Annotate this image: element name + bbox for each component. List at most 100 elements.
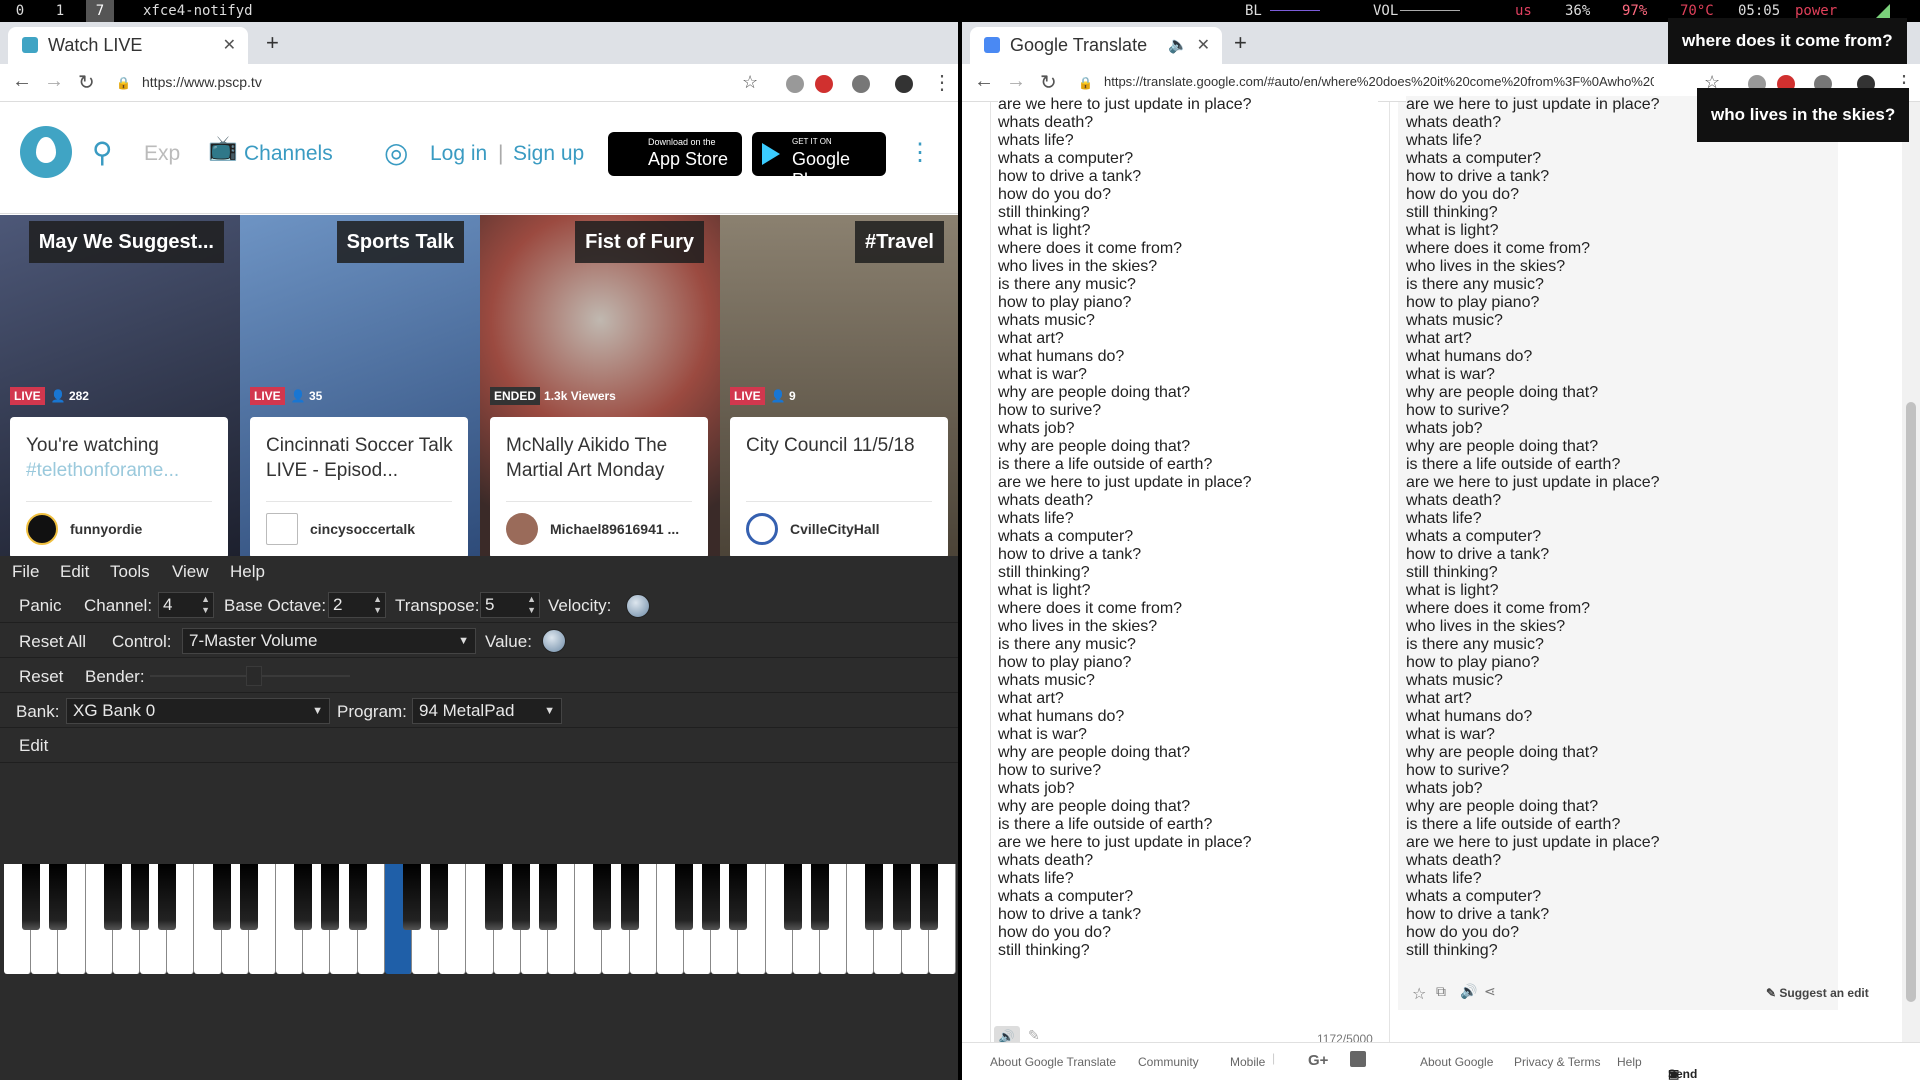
card-info[interactable]: McNally Aikido The Martial Art Monday Mi… (490, 417, 708, 559)
piano-black-key[interactable] (212, 864, 231, 930)
listen-translation-icon[interactable]: 🔊 (1460, 984, 1477, 1000)
about-translate-link[interactable]: About Google Translate (990, 1055, 1116, 1069)
piano-black-key[interactable] (103, 864, 122, 930)
notification-popup[interactable]: where does it come from? (1668, 18, 1907, 64)
base-octave-spinbox[interactable]: 2 ▲ ▼ (328, 592, 386, 618)
piano-black-key[interactable] (620, 864, 639, 930)
username[interactable]: cincysoccertalk (310, 521, 415, 537)
card-info[interactable]: Cincinnati Soccer Talk LIVE - Episod... … (250, 417, 468, 559)
spin-arrows-icon[interactable]: ▲ ▼ (201, 594, 210, 616)
channel-spinbox[interactable]: 4 ▲ ▼ (158, 592, 214, 618)
broadcast-card[interactable]: Fist of Fury ENDED 1.3k Viewers McNally A… (480, 215, 720, 562)
app-store-button[interactable]: Download on the App Store (608, 132, 742, 176)
search-icon[interactable]: ⚲ (92, 136, 113, 169)
address-bar[interactable]: https://translate.google.com/#auto/en/wh… (1104, 74, 1654, 89)
close-tab-icon[interactable]: ✕ (223, 35, 236, 55)
card-info[interactable]: City Council 11/5/18 CvilleCityHall (730, 417, 948, 559)
menu-tools[interactable]: Tools (110, 562, 150, 582)
workspace-0[interactable]: 0 (6, 0, 34, 22)
piano-black-key[interactable] (158, 864, 177, 930)
broadcast-card[interactable]: Sports Talk LIVE 👤 35 Cincinnati Soccer T… (240, 215, 480, 562)
audio-playing-icon[interactable]: 🔈 (1168, 35, 1188, 55)
search-input[interactable]: Exp (144, 142, 180, 166)
piano-black-key[interactable] (131, 864, 149, 930)
broadcast-card[interactable]: #Travel LIVE 👤 9 City Council 11/5/18 Cvi… (720, 215, 958, 562)
piano-black-key[interactable] (294, 864, 313, 930)
piano-black-key[interactable] (675, 864, 693, 930)
close-tab-icon[interactable]: ✕ (1197, 35, 1210, 55)
piano-black-key[interactable] (783, 864, 802, 930)
piano-keyboard[interactable] (4, 864, 956, 974)
bender-slider-handle[interactable] (246, 666, 262, 686)
piano-black-key[interactable] (348, 864, 367, 930)
back-icon[interactable]: ← (974, 70, 994, 93)
extension-2-icon[interactable] (852, 75, 870, 93)
piano-black-key[interactable] (403, 864, 421, 930)
piano-black-key[interactable] (865, 864, 884, 930)
share-icon[interactable]: ⋖ (1484, 984, 1496, 1000)
transpose-spinbox[interactable]: 5 ▲ ▼ (480, 592, 540, 618)
help-link[interactable]: Help (1617, 1055, 1642, 1069)
google-plus-icon[interactable]: G+ (1308, 1052, 1328, 1069)
back-icon[interactable]: ← (12, 70, 32, 93)
piano-black-key[interactable] (593, 864, 612, 930)
menu-help[interactable]: Help (230, 562, 265, 582)
card-category[interactable]: May We Suggest... (28, 221, 224, 263)
piano-black-key[interactable] (919, 864, 938, 930)
piano-black-key[interactable] (702, 864, 721, 930)
source-textarea[interactable]: are we here to just update in place? wha… (998, 96, 1378, 998)
reset-all-button[interactable]: Reset All (19, 632, 86, 652)
privacy-link[interactable]: Privacy & Terms (1514, 1055, 1600, 1069)
piano-black-key[interactable] (484, 864, 503, 930)
piano-black-key[interactable] (539, 864, 557, 930)
bank-combo[interactable]: XG Bank 0 ▼ (66, 698, 330, 724)
suggest-edit-link[interactable]: ✎ Suggest an edit (1766, 986, 1869, 1000)
spin-arrows-icon[interactable]: ▲ ▼ (373, 594, 382, 616)
program-combo[interactable]: 94 MetalPad ▼ (412, 698, 562, 724)
menu-view[interactable]: View (172, 562, 209, 582)
piano-black-key[interactable] (430, 864, 449, 930)
piano-black-key[interactable] (49, 864, 68, 930)
forward-icon[interactable]: → (1006, 70, 1026, 93)
card-category[interactable]: Fist of Fury (575, 221, 704, 263)
card-category[interactable]: #Travel (855, 221, 944, 263)
bookmark-star-icon[interactable]: ☆ (742, 72, 758, 93)
piano-black-key[interactable] (239, 864, 258, 930)
menu-file[interactable]: File (12, 562, 39, 582)
tab-google-translate[interactable]: Google Translate 🔈 ✕ (970, 27, 1222, 64)
reset-button[interactable]: Reset (19, 667, 63, 687)
control-combo[interactable]: 7-Master Volume ▼ (182, 628, 476, 654)
piano-black-key[interactable] (22, 864, 41, 930)
periscope-logo-icon[interactable] (20, 126, 72, 178)
mobile-link[interactable]: Mobile (1230, 1055, 1265, 1069)
card-info[interactable]: You're watching #telethonforame... funnyo… (10, 417, 228, 559)
tab-watch-live[interactable]: Watch LIVE ✕ (8, 27, 248, 64)
piano-black-key[interactable] (729, 864, 748, 930)
account-icon[interactable] (895, 75, 913, 93)
piano-black-key[interactable] (511, 864, 530, 930)
copy-icon[interactable]: ⧉ (1436, 984, 1446, 1000)
signup-link[interactable]: Sign up (513, 142, 584, 166)
scrollbar-thumb[interactable] (1906, 402, 1916, 1002)
scrollbar[interactable] (1902, 102, 1920, 1042)
google-play-button[interactable]: GET IT ON Google Play (752, 132, 886, 190)
workspace-1[interactable]: 1 (46, 0, 74, 22)
piano-black-key[interactable] (321, 864, 340, 930)
address-bar[interactable]: https://www.pscp.tv (142, 74, 262, 90)
adblock-icon[interactable] (815, 75, 833, 93)
spin-arrows-icon[interactable]: ▲ ▼ (527, 594, 536, 616)
reload-icon[interactable]: ↻ (1040, 70, 1057, 95)
panic-button[interactable]: Panic (19, 596, 62, 616)
star-icon[interactable]: ☆ (1412, 984, 1426, 1003)
new-tab-icon[interactable]: + (266, 30, 279, 56)
piano-black-key[interactable] (811, 864, 829, 930)
username[interactable]: CvilleCityHall (790, 521, 879, 537)
value-knob[interactable] (542, 629, 566, 653)
velocity-knob[interactable] (626, 594, 650, 618)
username[interactable]: Michael89616941 ... (550, 521, 679, 537)
more-menu-icon[interactable]: ⋮ (908, 138, 932, 167)
new-tab-icon[interactable]: + (1234, 30, 1247, 56)
reload-icon[interactable]: ↻ (78, 70, 95, 95)
forward-icon[interactable]: → (44, 70, 64, 93)
edit-button[interactable]: Edit (19, 736, 48, 756)
